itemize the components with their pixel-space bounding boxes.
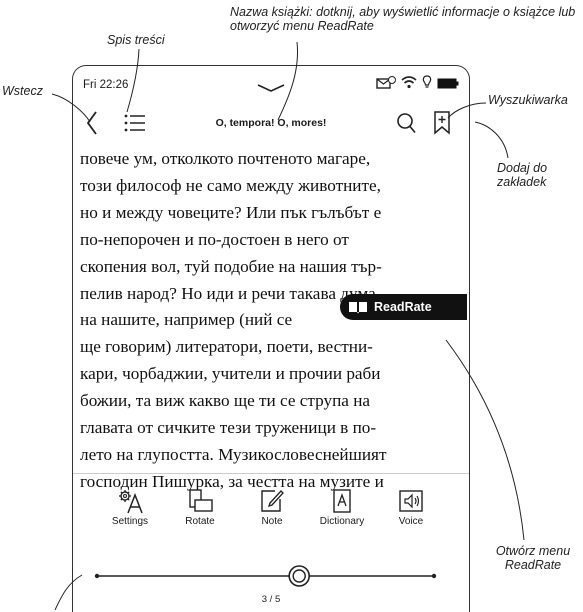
book-line: ще говорим) литератори, поети, вестни- xyxy=(80,337,373,357)
wifi-icon xyxy=(401,75,417,94)
voice-action[interactable]: Voice xyxy=(376,488,446,527)
note-label: Note xyxy=(261,516,283,527)
note-icon xyxy=(261,490,284,512)
slider-thumb xyxy=(288,565,310,587)
page-number: 3 / 5 xyxy=(261,594,281,605)
callout-book-name: Nazwa książki: dotknij, aby wyświetlić i… xyxy=(230,5,576,33)
panel-divider xyxy=(73,473,469,474)
book-line: главата от сичките тези труженици в по- xyxy=(80,418,377,438)
book-line: но и между човеците? Или пък гълъбът е xyxy=(80,202,382,222)
book-line: кари, чорбаджии, учители и прочии раби xyxy=(80,364,381,384)
bookmark-add-icon xyxy=(434,111,450,135)
line-bookmark xyxy=(474,121,509,159)
bookmark-button[interactable] xyxy=(433,111,451,140)
dictionary-action[interactable]: Dictionary xyxy=(307,488,377,527)
callout-back: Wstecz xyxy=(2,84,43,98)
book-page-text: повече ум, отколкото почтеното магаре, то… xyxy=(80,146,458,496)
mail-icon xyxy=(376,75,396,94)
page-slider[interactable] xyxy=(93,563,438,589)
settings-label: Settings xyxy=(111,516,149,527)
callout-search: Wyszukiwarka xyxy=(488,93,568,107)
book-line: този философ не само между животните, xyxy=(80,175,381,195)
book-line: божии, та виж какво ще ти се струпа на xyxy=(80,391,371,411)
callout-bookmark: Dodaj do zakładek xyxy=(497,161,548,189)
dictionary-icon xyxy=(333,489,351,513)
dictionary-label: Dictionary xyxy=(319,516,365,527)
slider-end-dot xyxy=(431,573,437,579)
book-line: по-непорочен и по-достоен в него от xyxy=(80,229,349,249)
rotate-label: Rotate xyxy=(185,516,215,527)
voice-label: Voice xyxy=(398,516,424,527)
settings-icon xyxy=(119,490,143,514)
callout-readrate: Otwórz menu ReadRate xyxy=(495,544,571,572)
readrate-book-icon xyxy=(348,300,368,314)
rotate-action[interactable]: Rotate xyxy=(165,488,235,527)
rotate-icon xyxy=(189,489,213,512)
voice-icon xyxy=(399,490,423,512)
light-icon xyxy=(422,75,432,94)
status-time: Fri 22:26 xyxy=(83,79,129,91)
search-icon xyxy=(397,113,416,134)
ereader-screen: Fri 22:26 O, tempora! O, mores! повече у… xyxy=(72,65,470,612)
book-line: повече ум, отколкото почтеното магаре, xyxy=(80,149,371,168)
settings-action[interactable]: Settings xyxy=(95,488,165,527)
book-line: лето на глупостта. Музикословеснейшият xyxy=(80,444,387,464)
battery-icon xyxy=(437,76,459,94)
swipe-down-handle[interactable] xyxy=(256,80,286,98)
search-button[interactable] xyxy=(396,112,416,139)
status-icons xyxy=(376,75,459,94)
book-line: скопения вол, туй подобие на нашия тър- xyxy=(80,256,382,276)
readrate-label: ReadRate xyxy=(374,300,432,314)
note-action[interactable]: Note xyxy=(237,488,307,527)
callout-toc: Spis treści xyxy=(107,33,165,47)
readrate-button[interactable]: ReadRate xyxy=(340,294,467,320)
